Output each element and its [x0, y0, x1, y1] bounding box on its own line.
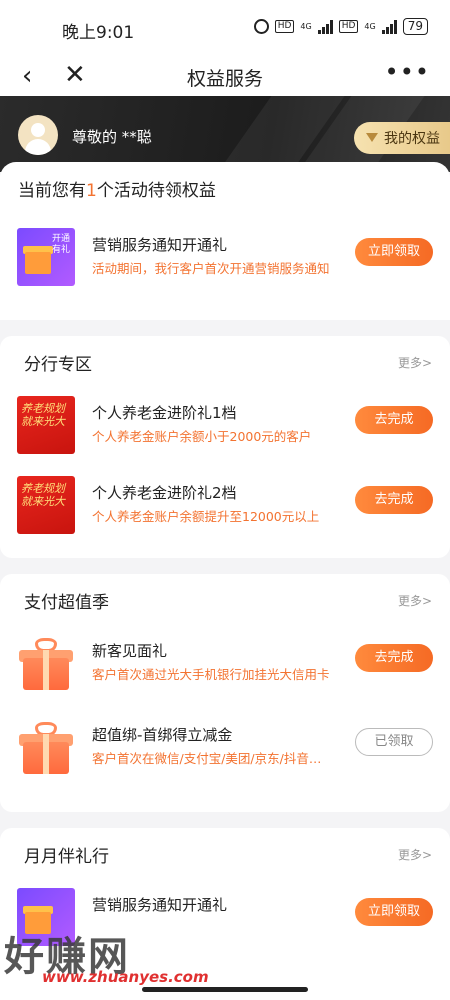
- claim-button[interactable]: 立即领取: [355, 898, 433, 926]
- more-options-icon[interactable]: •••: [385, 58, 430, 86]
- hd-icon: HD: [274, 20, 295, 33]
- battery-icon: 79: [402, 18, 428, 35]
- user-greeting: 尊敬的 **聪: [72, 128, 152, 146]
- alarm-icon: [253, 19, 269, 34]
- gift-icon: [17, 634, 75, 692]
- signal-icon: [317, 19, 333, 34]
- my-rights-label: 我的权益: [384, 131, 440, 147]
- status-icons: HD 4G HD 4G 79: [253, 18, 428, 35]
- list-item[interactable]: 养老规划 就来光大 个人养老金进阶礼2档 个人养老金账户余额提升至12000元以…: [0, 464, 450, 544]
- diamond-icon: [366, 133, 378, 143]
- network-label-1: 4G: [300, 22, 312, 31]
- section-title: 分行专区: [24, 355, 92, 375]
- go-complete-button[interactable]: 去完成: [355, 486, 433, 514]
- watermark-url: www.zhuanyes.com: [42, 968, 209, 986]
- section-title: 月月伴礼行: [24, 847, 109, 867]
- go-complete-button[interactable]: 去完成: [355, 644, 433, 672]
- pension-promo-thumbnail: 养老规划 就来光大: [17, 396, 75, 454]
- item-title: 营销服务通知开通礼: [92, 236, 228, 254]
- item-description: 活动期间，我行客户首次开通营销服务通知: [92, 261, 330, 276]
- branch-section: 分行专区 更多> 养老规划 就来光大 个人养老金进阶礼1档 个人养老金账户余额小…: [0, 336, 450, 558]
- payment-section: 支付超值季 更多> 新客见面礼 客户首次通过光大手机银行加挂光大信用卡 去完成 …: [0, 574, 450, 812]
- list-item[interactable]: 超值绑-首绑得立减金 客户首次在微信/支付宝/美团/京东/抖音绑卡 已领取: [0, 706, 450, 790]
- section-title: 支付超值季: [24, 593, 109, 613]
- pension-promo-thumbnail: 养老规划 就来光大: [17, 476, 75, 534]
- nav-bar: ‹ ✕ 权益服务 •••: [0, 56, 450, 96]
- item-title: 新客见面礼: [92, 642, 168, 660]
- my-rights-button[interactable]: 我的权益: [354, 122, 450, 154]
- status-bar: 晚上9:01 HD 4G HD 4G 79: [0, 0, 450, 56]
- go-complete-button[interactable]: 去完成: [355, 406, 433, 434]
- gift-icon: [17, 718, 75, 776]
- item-description: 个人养老金账户余额小于2000元的客户: [92, 429, 312, 444]
- pending-count: 1: [86, 181, 97, 201]
- list-item[interactable]: 开通有礼 营销服务通知开通礼 活动期间，我行客户首次开通营销服务通知 立即领取: [0, 216, 450, 296]
- status-time: 晚上9:01: [62, 23, 135, 43]
- hd-icon-2: HD: [338, 20, 359, 33]
- item-title: 超值绑-首绑得立减金: [92, 726, 233, 744]
- item-description: 客户首次在微信/支付宝/美团/京东/抖音绑卡: [92, 751, 332, 766]
- network-label-2: 4G: [364, 22, 376, 31]
- more-link[interactable]: 更多>: [398, 354, 432, 371]
- item-description: 个人养老金账户余额提升至12000元以上: [92, 509, 320, 524]
- page-title: 权益服务: [186, 68, 263, 90]
- item-title: 营销服务通知开通礼: [92, 896, 228, 914]
- avatar[interactable]: [18, 115, 58, 155]
- gift-box-thumbnail: 开通有礼: [17, 228, 75, 286]
- signal-icon-2: [381, 19, 397, 34]
- more-link[interactable]: 更多>: [398, 592, 432, 609]
- list-item[interactable]: 养老规划 就来光大 个人养老金进阶礼1档 个人养老金账户余额小于2000元的客户…: [0, 384, 450, 464]
- home-indicator[interactable]: [142, 987, 308, 992]
- pending-heading: 当前您有1个活动待领权益: [18, 181, 216, 201]
- pending-rights-card: 当前您有1个活动待领权益 开通有礼 营销服务通知开通礼 活动期间，我行客户首次开…: [0, 162, 450, 320]
- list-item[interactable]: 新客见面礼 客户首次通过光大手机银行加挂光大信用卡 去完成: [0, 622, 450, 706]
- claim-button[interactable]: 立即领取: [355, 238, 433, 266]
- member-banner: 尊敬的 **聪 我的权益: [0, 96, 450, 172]
- claimed-button[interactable]: 已领取: [355, 728, 433, 756]
- item-title: 个人养老金进阶礼2档: [92, 484, 237, 502]
- item-description: 客户首次通过光大手机银行加挂光大信用卡: [92, 667, 330, 682]
- more-link[interactable]: 更多>: [398, 846, 432, 863]
- item-title: 个人养老金进阶礼1档: [92, 404, 237, 422]
